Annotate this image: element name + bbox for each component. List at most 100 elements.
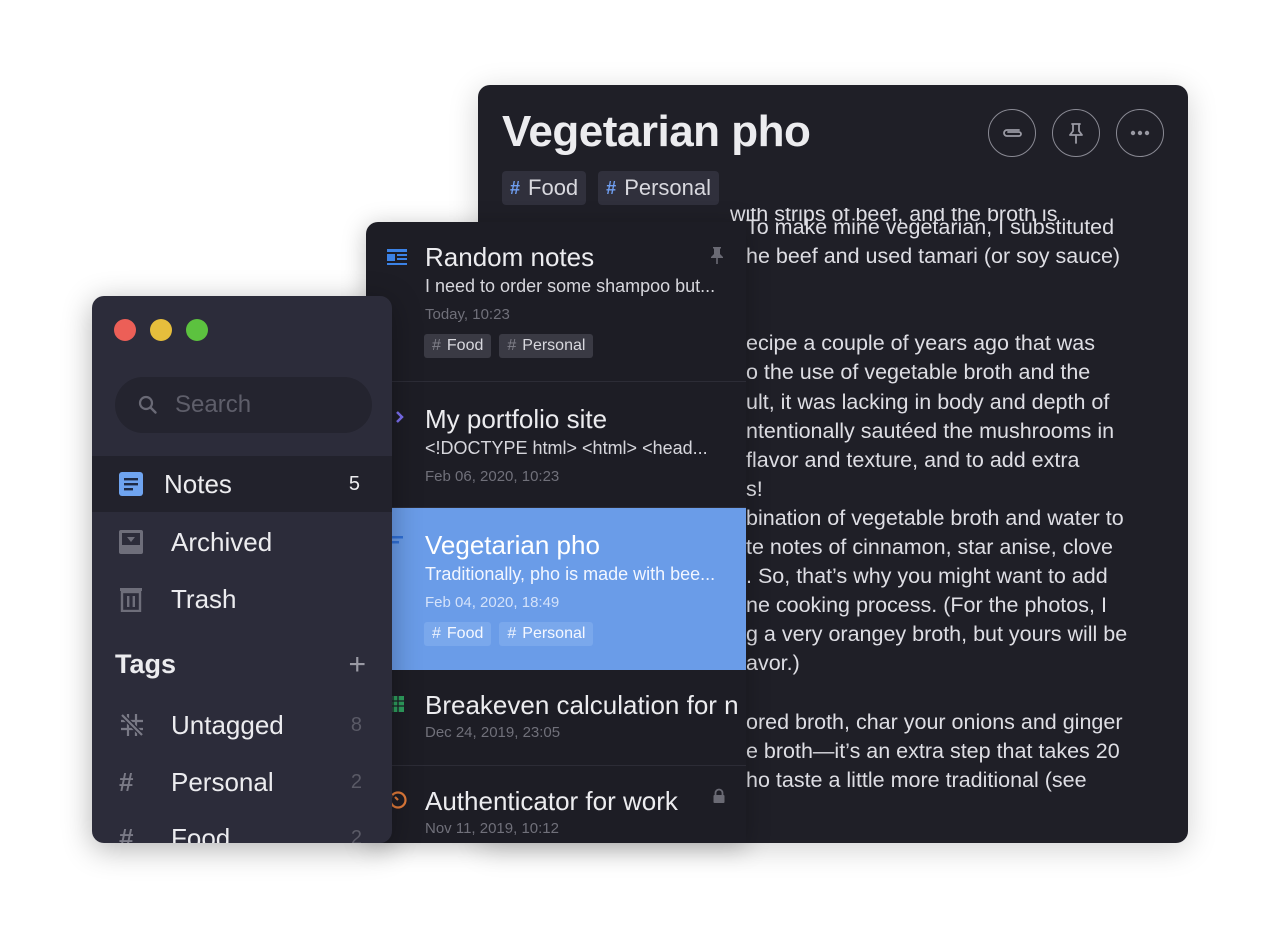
more-icon — [1130, 130, 1150, 136]
sidebar-tag-untagged[interactable]: Untagged 8 — [92, 700, 392, 750]
trash-icon — [120, 588, 142, 612]
sidebar-item-label: Archived — [171, 526, 273, 557]
editor-body-line: o the use of vegetable broth and the — [746, 360, 1091, 385]
sidebar-item-label: Notes — [164, 468, 232, 499]
attach-button[interactable] — [988, 109, 1036, 157]
editor-body-line: To make mine vegetarian, I substituted — [746, 215, 1115, 239]
note-title: Breakeven calculation for n — [425, 690, 739, 720]
editor-body-line: flavor and texture, and to add extra — [746, 447, 1080, 472]
tag-count: 8 — [350, 713, 362, 736]
pin-button[interactable] — [1052, 109, 1100, 157]
note-title: My portfolio site — [425, 404, 608, 434]
note-preview: Traditionally, pho is made with bee... — [425, 564, 716, 584]
editor-body-line — [746, 271, 1176, 300]
editor-tag-food[interactable]: # Food — [502, 171, 587, 205]
more-button[interactable] — [1116, 109, 1164, 157]
note-tags: # Food # Personal — [424, 622, 594, 646]
hash-icon: # — [507, 337, 517, 354]
editor-body-line: g a very orangey broth, but yours will b… — [746, 622, 1128, 647]
search-placeholder: Search — [175, 391, 252, 418]
sidebar-tag-personal[interactable]: # Personal 2 — [92, 757, 392, 807]
note-tags: # Food # Personal — [424, 334, 594, 358]
note-tag[interactable]: # Personal — [499, 334, 594, 358]
tag-label: Personal — [522, 625, 586, 642]
tag-label: Untagged — [171, 709, 284, 740]
maximize-window-button[interactable] — [186, 319, 208, 341]
sidebar-item-notes[interactable]: Notes 5 — [92, 456, 392, 512]
hash-icon: # — [432, 625, 441, 642]
note-tag[interactable]: # Personal — [499, 622, 594, 646]
editor-body-line: ne cooking process. (For the photos, I — [746, 593, 1107, 618]
editor-body-line: e broth—it’s an extra step that takes 20 — [746, 738, 1120, 763]
editor-body-line: ult, it was lacking in body and depth of — [746, 389, 1110, 414]
note-date: Feb 06, 2020, 10:23 — [425, 468, 560, 485]
note-date: Dec 24, 2019, 23:05 — [425, 724, 561, 741]
note-item-selected[interactable]: Vegetarian pho Traditionally, pho is mad… — [387, 508, 746, 670]
sidebar-item-archived[interactable]: Archived — [92, 514, 392, 570]
minimize-window-button[interactable] — [150, 319, 172, 341]
note-date: Nov 11, 2019, 10:12 — [425, 820, 559, 837]
note-title[interactable]: Vegetarian pho — [502, 107, 811, 157]
tag-label: Personal — [522, 337, 586, 354]
tag-count: 2 — [350, 770, 362, 793]
window-controls — [114, 319, 208, 341]
tag-count: 2 — [350, 826, 362, 844]
editor-tags: # Food # Personal — [502, 171, 720, 205]
note-title: Random notes — [425, 242, 595, 272]
tag-label: Personal — [171, 766, 274, 797]
note-date: Feb 04, 2020, 18:49 — [425, 594, 560, 611]
editor-body-line: he beef and used tamari (or soy sauce) — [746, 244, 1121, 269]
paperclip-icon — [1003, 129, 1022, 137]
editor-tag-personal[interactable]: # Personal — [598, 171, 720, 205]
tag-label: Food — [528, 175, 579, 200]
editor-body[interactable]: To make mine vegetarian, I substituted he… — [746, 213, 1176, 795]
note-date: Today, 10:23 — [425, 306, 510, 323]
note-tag[interactable]: # Food — [424, 334, 492, 358]
sidebar-tag-food[interactable]: # Food 2 — [92, 813, 392, 844]
pin-icon — [711, 247, 723, 264]
notes-icon — [119, 472, 143, 496]
hash-icon: # — [606, 177, 617, 198]
editor-body-line — [746, 300, 1176, 329]
editor-body-line: ecipe a couple of years ago that was — [746, 331, 1095, 356]
tag-label: Personal — [624, 175, 712, 200]
editor-body-line: . So, that’s why you might want to add — [746, 564, 1108, 589]
hash-icon: # — [119, 766, 134, 797]
tag-label: Food — [446, 337, 484, 354]
note-title: Authenticator for work — [425, 786, 678, 816]
note-item[interactable]: My portfolio site <!DOCTYPE html> <html>… — [366, 382, 746, 508]
hash-icon: # — [510, 177, 521, 198]
editor-body-line: ored broth, char your onions and ginger — [746, 709, 1123, 734]
note-tag[interactable]: # Food — [424, 622, 492, 646]
hash-icon: # — [119, 822, 134, 844]
note-item[interactable]: Authenticator for work Nov 11, 2019, 10:… — [366, 766, 746, 843]
editor-body-line: ho taste a little more traditional (see — [746, 767, 1087, 792]
sidebar-item-label: Trash — [171, 583, 237, 614]
pin-icon — [1069, 123, 1083, 144]
editor-actions — [988, 109, 1164, 157]
note-item[interactable]: Breakeven calculation for n Dec 24, 2019… — [366, 670, 746, 766]
close-window-button[interactable] — [114, 319, 136, 341]
search-icon — [138, 395, 157, 414]
editor-body-line: ntentionally sautéed the mushrooms in — [746, 418, 1115, 443]
tags-header: Tags — [115, 649, 177, 679]
untagged-icon — [119, 712, 145, 738]
note-item[interactable]: Random notes I need to order some shampo… — [366, 222, 746, 382]
editor-body-line: avor.) — [746, 651, 800, 676]
search-input[interactable]: Search — [115, 377, 372, 433]
hash-icon: # — [432, 337, 441, 354]
sidebar-item-trash[interactable]: Trash — [92, 571, 392, 627]
add-tag-button[interactable]: + — [348, 648, 366, 682]
archive-icon — [119, 530, 143, 554]
note-list: Random notes I need to order some shampo… — [366, 222, 746, 843]
hash-icon: # — [507, 625, 517, 642]
editor-body-line: te notes of cinnamon, star anise, clove — [746, 535, 1113, 560]
note-preview: <!DOCTYPE html> <html> <head... — [425, 438, 708, 458]
lock-icon — [713, 788, 725, 803]
note-title: Vegetarian pho — [425, 530, 600, 560]
editor-body-line — [746, 679, 1176, 708]
sidebar-item-count: 5 — [348, 472, 360, 495]
editor-body-line: bination of vegetable broth and water to — [746, 505, 1124, 530]
note-preview: I need to order some shampoo but... — [425, 276, 716, 296]
sidebar-window: Search Notes 5 Archived Trash Tags + Unt… — [92, 296, 392, 843]
